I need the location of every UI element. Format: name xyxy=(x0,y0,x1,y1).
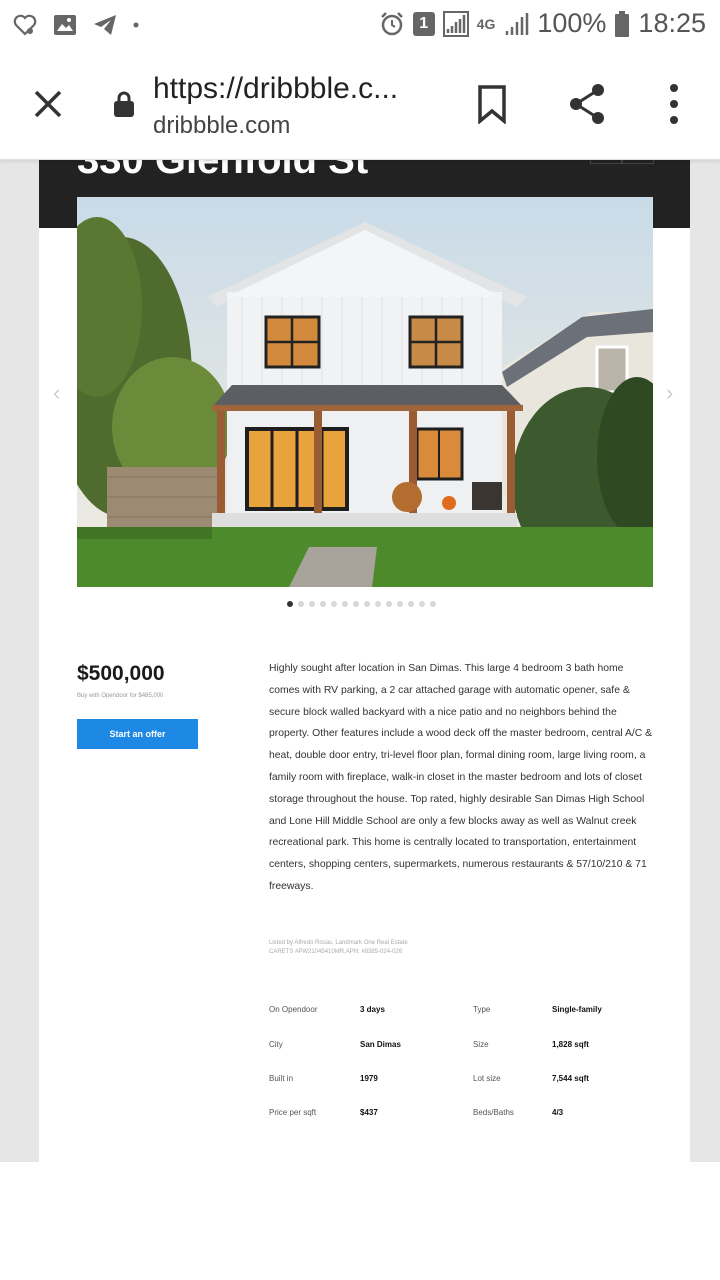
opendoor-price-note: Buy with Opendoor for $485,000 xyxy=(77,693,164,699)
fact-label: City xyxy=(269,1040,283,1049)
notification-count-badge: 1 xyxy=(412,11,435,36)
listing-price: $500,000 xyxy=(77,662,165,685)
battery-icon xyxy=(615,10,630,37)
fact-value: 4/3 xyxy=(552,1108,564,1117)
fact-row: City San Dimas Size 1,828 sqft xyxy=(269,1040,654,1060)
carousel-next-icon[interactable]: › xyxy=(666,380,673,406)
carousel-dot[interactable] xyxy=(408,601,414,607)
fact-label: Size xyxy=(473,1040,489,1049)
fact-value: Single-family xyxy=(552,1005,602,1014)
alarm-icon xyxy=(380,11,403,35)
carousel-dot[interactable] xyxy=(353,601,359,607)
carousel-dot[interactable] xyxy=(309,601,315,607)
fact-label: Type xyxy=(473,1005,491,1014)
fact-row: Price per sqft $437 Beds/Baths 4/3 xyxy=(269,1108,654,1128)
start-offer-button[interactable]: Start an offer xyxy=(77,719,198,749)
carousel-dot[interactable] xyxy=(320,601,326,607)
more-options-icon[interactable] xyxy=(664,82,684,126)
dot-notification-icon xyxy=(133,22,139,28)
clock-time: 18:25 xyxy=(638,8,706,38)
fact-label: Price per sqft xyxy=(269,1108,317,1117)
carousel-dot[interactable] xyxy=(364,601,370,607)
signal-icon xyxy=(442,10,469,37)
fact-value: 3 days xyxy=(360,1005,385,1014)
signal-strength-icon xyxy=(506,12,529,35)
mls-text: CARETS #PW21045410MR,APN: #8385-024-026 xyxy=(269,949,403,955)
fact-value: $437 xyxy=(360,1108,378,1117)
page-footer-area xyxy=(0,1162,720,1280)
listing-title: 330 Glenfold St xyxy=(77,160,369,182)
carousel-dot[interactable] xyxy=(331,601,337,607)
fact-label: Lot size xyxy=(473,1074,501,1083)
listed-by-text: Listed by Alfredo Rosas, Landmark One Re… xyxy=(269,940,408,946)
fact-value: 7,544 sqft xyxy=(552,1074,589,1083)
fact-row: On Opendoor 3 days Type Single-family xyxy=(269,1005,654,1025)
status-bar: 1 4G 100% 18:25 xyxy=(0,0,720,50)
network-type: 4G xyxy=(476,15,496,32)
fact-row: Built in 1979 Lot size 7,544 sqft xyxy=(269,1074,654,1094)
page-domain: dribbble.com xyxy=(153,112,291,139)
listing-attribution: Listed by Alfredo Rosas, Landmark One Re… xyxy=(269,939,569,957)
fact-label: On Opendoor xyxy=(269,1005,318,1014)
lock-icon xyxy=(114,91,134,117)
heart-notification-icon xyxy=(13,14,37,36)
gallery-notification-icon xyxy=(54,15,76,35)
telegram-notification-icon xyxy=(94,15,116,35)
listing-description: Highly sought after location in San Dima… xyxy=(269,663,653,892)
fact-value: San Dimas xyxy=(360,1040,401,1049)
fact-value: 1979 xyxy=(360,1074,378,1083)
carousel-dot[interactable] xyxy=(375,601,381,607)
page-url[interactable]: https://dribbble.c... xyxy=(153,72,398,106)
fact-value: 1,828 sqft xyxy=(552,1040,589,1049)
bookmark-icon[interactable] xyxy=(476,84,508,124)
carousel-dot[interactable] xyxy=(298,601,304,607)
browser-toolbar: https://dribbble.c... dribbble.com xyxy=(0,50,720,160)
house-image xyxy=(77,197,653,587)
header-button-right[interactable] xyxy=(622,160,654,164)
carousel-dot[interactable] xyxy=(287,601,293,607)
carousel-prev-icon[interactable]: ‹ xyxy=(53,380,60,406)
carousel-indicator xyxy=(287,601,436,607)
carousel-dot[interactable] xyxy=(342,601,348,607)
carousel-dot[interactable] xyxy=(430,601,436,607)
fact-label: Beds/Baths xyxy=(473,1108,514,1117)
share-icon[interactable] xyxy=(566,82,608,126)
fact-label: Built in xyxy=(269,1074,294,1083)
listing-photo[interactable] xyxy=(77,197,653,587)
header-button-left[interactable] xyxy=(590,160,622,164)
carousel-dot[interactable] xyxy=(397,601,403,607)
carousel-dot[interactable] xyxy=(386,601,392,607)
carousel-dot[interactable] xyxy=(419,601,425,607)
battery-percent: 100% xyxy=(537,8,607,38)
close-icon[interactable] xyxy=(30,86,66,122)
